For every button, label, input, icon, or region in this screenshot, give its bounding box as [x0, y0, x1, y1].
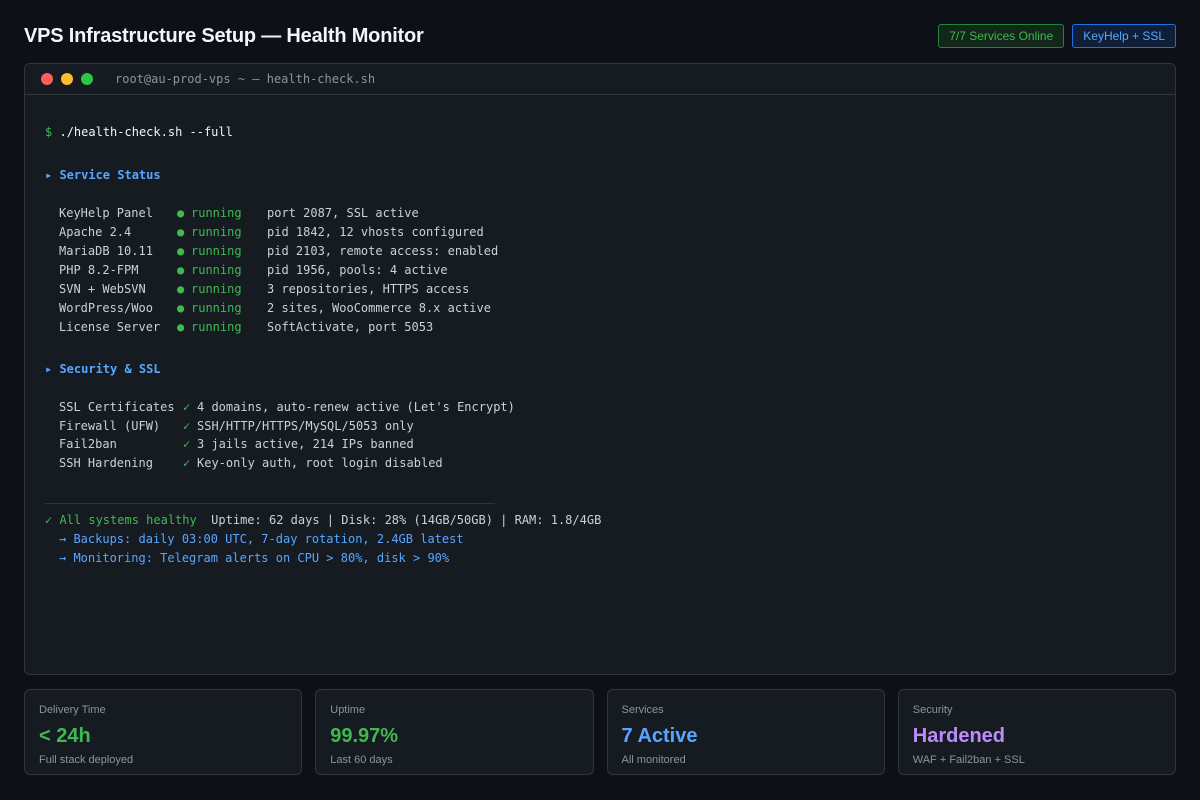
security-row: SSH Hardening ✓ Key-only auth, root login … — [45, 454, 443, 473]
keyhelp-ssl-badge: KeyHelp + SSL — [1072, 24, 1176, 48]
service-row: Apache 2.4 ● running pid 1842, 12 vhosts co… — [45, 223, 484, 242]
close-window-button[interactable] — [41, 73, 53, 85]
card-label: Services — [621, 704, 664, 716]
security-heading: ▸ Security & SSL — [45, 362, 161, 376]
card-label: Uptime — [330, 704, 366, 716]
card-label: Delivery Time — [39, 704, 106, 716]
status-dot-icon: ● — [177, 263, 185, 277]
maximize-window-button[interactable] — [81, 73, 93, 85]
services-online-badge: 7/7 Services Online — [938, 24, 1065, 48]
prompt-symbol: $ — [45, 125, 53, 139]
service-status-heading: ▸ Service Status — [45, 168, 161, 182]
status-dot-icon: ● — [177, 301, 185, 315]
status-dot-icon: ● — [177, 320, 185, 334]
healthy-status: ✓ All systems healthy — [45, 513, 197, 527]
status-dot-icon: ● — [177, 206, 185, 220]
minimize-window-button[interactable] — [61, 73, 73, 85]
card-label: Security — [912, 704, 953, 716]
status-dot-icon: ● — [177, 244, 185, 258]
summary-line: ✓ All systems healthy Uptime: 62 days | … — [45, 511, 601, 530]
status-dot-icon: ● — [177, 282, 185, 296]
card-value: 7 Active — [621, 725, 698, 747]
service-row: WordPress/Woo ● running 2 sites, WooCommerc… — [45, 299, 491, 318]
page-header: VPS Infrastructure Setup — Health Monito… — [24, 22, 1176, 50]
service-row: PHP 8.2-FPM ● running pid 1956, pools: 4 ac… — [45, 261, 448, 280]
card-value: 99.97% — [330, 725, 399, 747]
monitoring-note: → Monitoring: Telegram alerts on CPU > 8… — [59, 551, 450, 565]
service-row: SVN + WebSVN ● running 3 repositories, HTTP… — [45, 280, 469, 299]
header-badges: 7/7 Services Online KeyHelp + SSL — [938, 24, 1176, 48]
command-text: ./health-check.sh --full — [59, 125, 233, 139]
command-line: $ ./health-check.sh --full — [45, 123, 233, 142]
divider — [45, 503, 495, 504]
security-row: SSL Certificates ✓ 4 domains, auto-renew a… — [45, 398, 515, 417]
service-row: License Server ● running SoftActivate, port… — [45, 318, 433, 337]
uptime-card: Uptime 99.97% Last 60 days — [315, 689, 594, 775]
card-subtext: Last 60 days — [330, 754, 393, 766]
card-subtext: WAF + Fail2ban + SSL — [912, 754, 1025, 766]
card-subtext: Full stack deployed — [39, 754, 134, 766]
check-icon: ✓ — [183, 456, 191, 470]
security-row: Firewall (UFW) ✓ SSH/HTTP/HTTPS/MySQL/5053… — [45, 417, 414, 436]
system-stats: Uptime: 62 days | Disk: 28% (14GB/50GB) … — [211, 513, 602, 527]
card-value: < 24h — [39, 725, 91, 747]
stats-cards: Delivery Time < 24h Full stack deployed … — [24, 689, 1176, 775]
check-icon: ✓ — [183, 419, 191, 433]
terminal-window: root@au-prod-vps ~ — health-check.sh $ .… — [24, 63, 1176, 675]
page-title: VPS Infrastructure Setup — Health Monito… — [24, 24, 424, 47]
services-card: Services 7 Active All monitored — [606, 689, 885, 775]
terminal-title: root@au-prod-vps ~ — health-check.sh — [115, 72, 376, 86]
check-icon: ✓ — [183, 437, 191, 451]
terminal-titlebar: root@au-prod-vps ~ — health-check.sh — [25, 64, 1175, 95]
service-row: MariaDB 10.11 ● running pid 2103, remote ac… — [45, 242, 498, 261]
security-card: Security Hardened WAF + Fail2ban + SSL — [897, 689, 1176, 775]
backups-note: → Backups: daily 03:00 UTC, 7-day rotati… — [59, 532, 464, 546]
check-icon: ✓ — [183, 400, 191, 414]
card-value: Hardened — [912, 725, 1005, 747]
status-dot-icon: ● — [177, 225, 185, 239]
delivery-time-card: Delivery Time < 24h Full stack deployed — [24, 689, 303, 775]
service-row: KeyHelp Panel ● running port 2087, SSL acti… — [45, 204, 419, 223]
security-row: Fail2ban ✓ 3 jails active, 214 IPs banned — [45, 435, 414, 454]
card-subtext: All monitored — [621, 754, 686, 766]
